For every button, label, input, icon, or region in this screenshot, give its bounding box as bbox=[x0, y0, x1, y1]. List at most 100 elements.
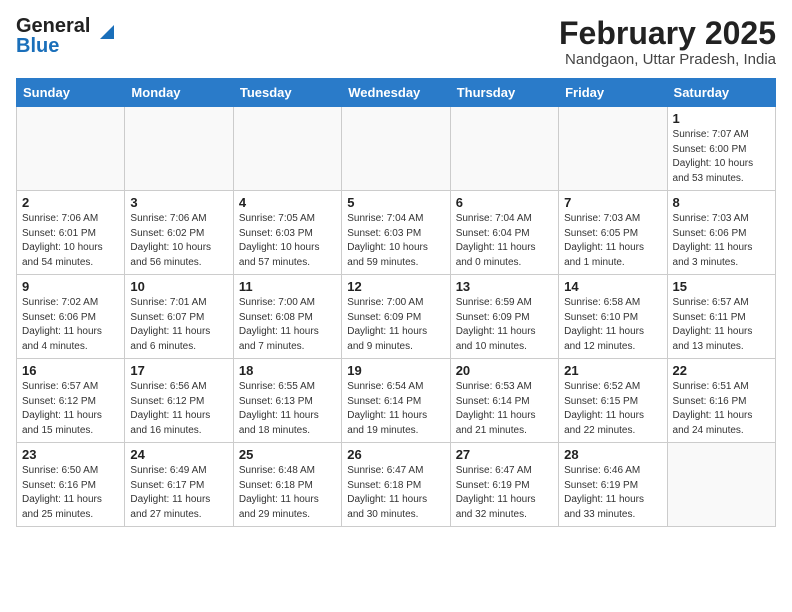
day-number: 8 bbox=[673, 195, 770, 210]
day-number: 7 bbox=[564, 195, 661, 210]
calendar-cell: 9Sunrise: 7:02 AM Sunset: 6:06 PM Daylig… bbox=[17, 275, 125, 359]
calendar-cell bbox=[559, 107, 667, 191]
title-section: February 2025 Nandgaon, Uttar Pradesh, I… bbox=[559, 16, 776, 68]
calendar-cell: 3 Sunrise: 7:06 AM Sunset: 6:02 PM Daylig… bbox=[125, 191, 233, 275]
calendar-cell bbox=[125, 107, 233, 191]
calendar-cell: 26 Sunrise: 6:47 AM Sunset: 6:18 PM Dayli… bbox=[342, 443, 450, 527]
day-info: Sunrise: 6:48 AM Sunset: 6:18 PM Dayligh… bbox=[239, 464, 336, 522]
day-number: 22 bbox=[673, 363, 770, 378]
day-number: 18 bbox=[239, 363, 336, 378]
week-row-2: 2 Sunrise: 7:06 AM Sunset: 6:01 PM Daylig… bbox=[17, 191, 776, 275]
day-number: 26 bbox=[347, 447, 444, 462]
calendar-cell: 8 Sunrise: 7:03 AM Sunset: 6:06 PM Daylig… bbox=[667, 191, 775, 275]
logo-triangle-icon bbox=[96, 21, 118, 43]
calendar-cell: 1 Sunrise: 7:07 AM Sunset: 6:00 PM Daylig… bbox=[667, 107, 775, 191]
day-info: Sunrise: 6:50 AM Sunset: 6:16 PM Dayligh… bbox=[22, 464, 119, 522]
day-number: 13 bbox=[456, 279, 553, 294]
day-number: 5 bbox=[347, 195, 444, 210]
day-info: Sunrise: 6:51 AM Sunset: 6:16 PM Dayligh… bbox=[673, 380, 770, 438]
calendar-cell: 14 Sunrise: 6:58 AM Sunset: 6:10 PM Dayli… bbox=[559, 275, 667, 359]
day-number: 12 bbox=[347, 279, 444, 294]
day-number: 6 bbox=[456, 195, 553, 210]
day-number: 23 bbox=[22, 447, 119, 462]
day-info: Sunrise: 6:49 AM Sunset: 6:17 PM Dayligh… bbox=[130, 464, 227, 522]
calendar-cell: 4 Sunrise: 7:05 AM Sunset: 6:03 PM Daylig… bbox=[233, 191, 341, 275]
calendar-cell bbox=[233, 107, 341, 191]
calendar-cell bbox=[342, 107, 450, 191]
calendar-cell: 5 Sunrise: 7:04 AM Sunset: 6:03 PM Daylig… bbox=[342, 191, 450, 275]
calendar-cell: 10 Sunrise: 7:01 AM Sunset: 6:07 PM Dayli… bbox=[125, 275, 233, 359]
calendar-cell: 13Sunrise: 6:59 AM Sunset: 6:09 PM Dayli… bbox=[450, 275, 558, 359]
day-info: Sunrise: 7:03 AM Sunset: 6:05 PM Dayligh… bbox=[564, 212, 661, 270]
calendar-cell: 28 Sunrise: 6:46 AM Sunset: 6:19 PM Dayli… bbox=[559, 443, 667, 527]
day-number: 17 bbox=[130, 363, 227, 378]
calendar-cell: 11 Sunrise: 7:00 AM Sunset: 6:08 PM Dayli… bbox=[233, 275, 341, 359]
day-info: Sunrise: 6:57 AM Sunset: 6:12 PM Dayligh… bbox=[22, 380, 119, 438]
weekday-header-row: SundayMondayTuesdayWednesdayThursdayFrid… bbox=[17, 79, 776, 107]
day-info: Sunrise: 6:46 AM Sunset: 6:19 PM Dayligh… bbox=[564, 464, 661, 522]
calendar-cell: 19Sunrise: 6:54 AM Sunset: 6:14 PM Dayli… bbox=[342, 359, 450, 443]
month-title: February 2025 bbox=[559, 16, 776, 51]
day-number: 3 bbox=[130, 195, 227, 210]
day-info: Sunrise: 7:01 AM Sunset: 6:07 PM Dayligh… bbox=[130, 296, 227, 354]
day-number: 15 bbox=[673, 279, 770, 294]
weekday-header-sunday: Sunday bbox=[17, 79, 125, 107]
day-number: 27 bbox=[456, 447, 553, 462]
calendar-table: SundayMondayTuesdayWednesdayThursdayFrid… bbox=[16, 78, 776, 527]
day-info: Sunrise: 7:00 AM Sunset: 6:09 PM Dayligh… bbox=[347, 296, 444, 354]
calendar-cell: 6 Sunrise: 7:04 AM Sunset: 6:04 PM Daylig… bbox=[450, 191, 558, 275]
logo-general: General bbox=[16, 16, 90, 36]
day-info: Sunrise: 7:05 AM Sunset: 6:03 PM Dayligh… bbox=[239, 212, 336, 270]
day-info: Sunrise: 6:58 AM Sunset: 6:10 PM Dayligh… bbox=[564, 296, 661, 354]
weekday-header-tuesday: Tuesday bbox=[233, 79, 341, 107]
day-info: Sunrise: 7:04 AM Sunset: 6:03 PM Dayligh… bbox=[347, 212, 444, 270]
day-number: 4 bbox=[239, 195, 336, 210]
calendar-cell: 22 Sunrise: 6:51 AM Sunset: 6:16 PM Dayli… bbox=[667, 359, 775, 443]
calendar-cell: 12 Sunrise: 7:00 AM Sunset: 6:09 PM Dayli… bbox=[342, 275, 450, 359]
weekday-header-wednesday: Wednesday bbox=[342, 79, 450, 107]
day-number: 25 bbox=[239, 447, 336, 462]
day-number: 11 bbox=[239, 279, 336, 294]
day-number: 14 bbox=[564, 279, 661, 294]
calendar-cell bbox=[17, 107, 125, 191]
day-info: Sunrise: 6:47 AM Sunset: 6:18 PM Dayligh… bbox=[347, 464, 444, 522]
day-info: Sunrise: 7:04 AM Sunset: 6:04 PM Dayligh… bbox=[456, 212, 553, 270]
calendar-cell: 27Sunrise: 6:47 AM Sunset: 6:19 PM Dayli… bbox=[450, 443, 558, 527]
day-number: 16 bbox=[22, 363, 119, 378]
page-header: General Blue February 2025 Nandgaon, Utt… bbox=[16, 16, 776, 68]
day-info: Sunrise: 6:53 AM Sunset: 6:14 PM Dayligh… bbox=[456, 380, 553, 438]
day-info: Sunrise: 7:00 AM Sunset: 6:08 PM Dayligh… bbox=[239, 296, 336, 354]
week-row-4: 16 Sunrise: 6:57 AM Sunset: 6:12 PM Dayli… bbox=[17, 359, 776, 443]
calendar-cell: 23 Sunrise: 6:50 AM Sunset: 6:16 PM Dayli… bbox=[17, 443, 125, 527]
day-number: 9 bbox=[22, 279, 119, 294]
day-info: Sunrise: 6:54 AM Sunset: 6:14 PM Dayligh… bbox=[347, 380, 444, 438]
calendar-cell bbox=[667, 443, 775, 527]
day-info: Sunrise: 7:06 AM Sunset: 6:01 PM Dayligh… bbox=[22, 212, 119, 270]
day-info: Sunrise: 6:57 AM Sunset: 6:11 PM Dayligh… bbox=[673, 296, 770, 354]
calendar-cell: 17 Sunrise: 6:56 AM Sunset: 6:12 PM Dayli… bbox=[125, 359, 233, 443]
logo: General Blue bbox=[16, 16, 118, 56]
calendar-cell bbox=[450, 107, 558, 191]
calendar-cell: 24 Sunrise: 6:49 AM Sunset: 6:17 PM Dayli… bbox=[125, 443, 233, 527]
day-number: 1 bbox=[673, 111, 770, 126]
day-info: Sunrise: 6:55 AM Sunset: 6:13 PM Dayligh… bbox=[239, 380, 336, 438]
calendar-cell: 18 Sunrise: 6:55 AM Sunset: 6:13 PM Dayli… bbox=[233, 359, 341, 443]
location-subtitle: Nandgaon, Uttar Pradesh, India bbox=[559, 51, 776, 68]
day-number: 21 bbox=[564, 363, 661, 378]
day-info: Sunrise: 7:06 AM Sunset: 6:02 PM Dayligh… bbox=[130, 212, 227, 270]
calendar-cell: 7 Sunrise: 7:03 AM Sunset: 6:05 PM Daylig… bbox=[559, 191, 667, 275]
day-info: Sunrise: 6:56 AM Sunset: 6:12 PM Dayligh… bbox=[130, 380, 227, 438]
day-number: 28 bbox=[564, 447, 661, 462]
day-number: 24 bbox=[130, 447, 227, 462]
day-info: Sunrise: 7:07 AM Sunset: 6:00 PM Dayligh… bbox=[673, 128, 770, 186]
day-info: Sunrise: 7:03 AM Sunset: 6:06 PM Dayligh… bbox=[673, 212, 770, 270]
weekday-header-saturday: Saturday bbox=[667, 79, 775, 107]
day-number: 10 bbox=[130, 279, 227, 294]
calendar-cell: 15 Sunrise: 6:57 AM Sunset: 6:11 PM Dayli… bbox=[667, 275, 775, 359]
calendar-cell: 25 Sunrise: 6:48 AM Sunset: 6:18 PM Dayli… bbox=[233, 443, 341, 527]
day-number: 2 bbox=[22, 195, 119, 210]
weekday-header-thursday: Thursday bbox=[450, 79, 558, 107]
day-number: 20 bbox=[456, 363, 553, 378]
week-row-1: 1 Sunrise: 7:07 AM Sunset: 6:00 PM Daylig… bbox=[17, 107, 776, 191]
calendar-cell: 21Sunrise: 6:52 AM Sunset: 6:15 PM Dayli… bbox=[559, 359, 667, 443]
